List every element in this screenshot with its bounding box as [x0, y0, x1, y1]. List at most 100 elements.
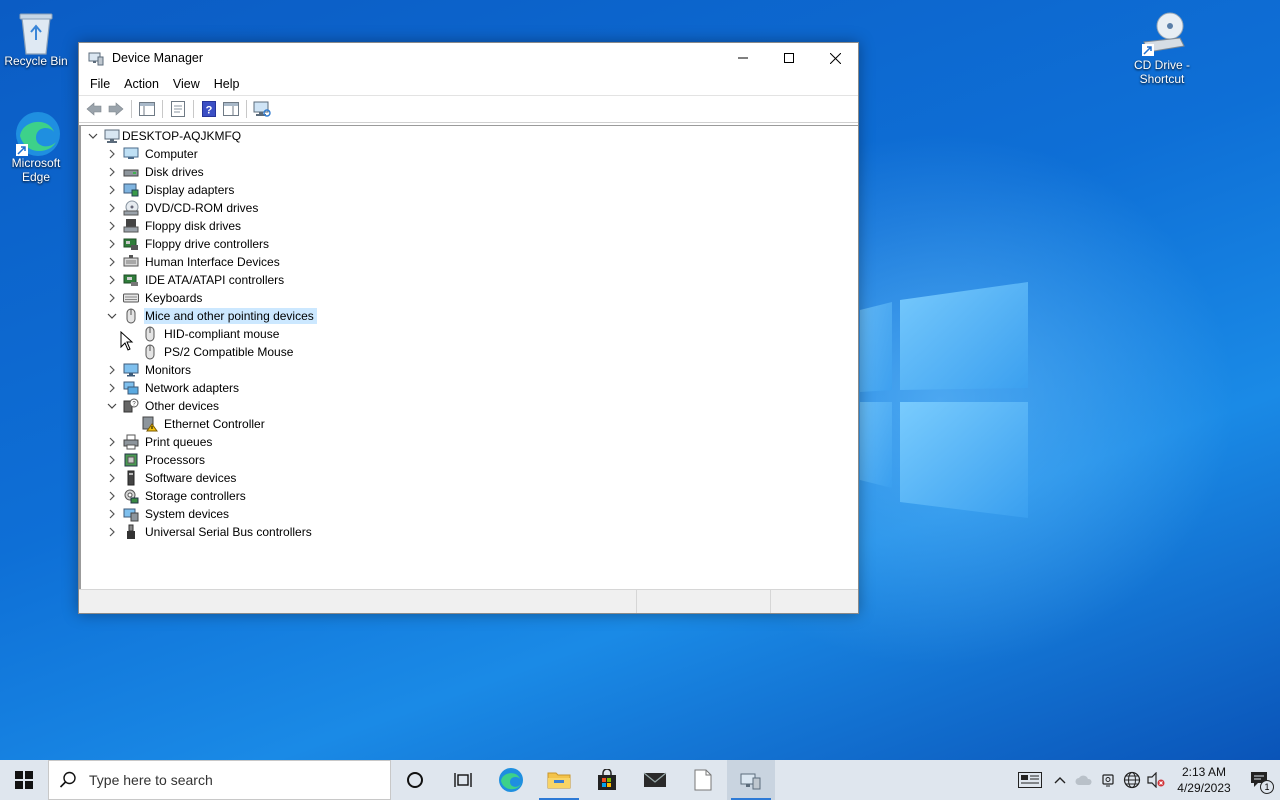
device-manager-app-icon [740, 773, 761, 790]
taskbar-search-box[interactable] [48, 760, 391, 800]
tree-device-ethernet-controller[interactable]: Ethernet Controller [142, 415, 268, 433]
tree-category-label: Floppy disk drives [145, 219, 242, 233]
task-view-button[interactable] [439, 760, 487, 800]
title-bar[interactable]: Device Manager [79, 43, 858, 73]
taskbar-edge-button[interactable] [487, 760, 535, 800]
close-button[interactable] [812, 43, 858, 73]
tree-category-ide-ata-atapi-controllers[interactable]: IDE ATA/ATAPI controllers [106, 271, 287, 289]
collapse-chevron-icon[interactable] [106, 400, 118, 412]
tree-device-ps-2-compatible-mouse[interactable]: PS/2 Compatible Mouse [142, 343, 296, 361]
start-button[interactable] [0, 760, 48, 800]
toolbar: ? [79, 95, 858, 123]
desktop-icon-microsoft-edge[interactable]: Microsoft Edge [0, 110, 72, 184]
expand-chevron-icon[interactable] [106, 220, 118, 232]
news-widget-button[interactable] [1012, 760, 1048, 800]
maximize-button[interactable] [766, 43, 812, 73]
mouse-cursor-icon [120, 331, 134, 351]
tree-category-keyboards[interactable]: Keyboards [106, 289, 205, 307]
tree-category-storage-controllers[interactable]: Storage controllers [106, 487, 249, 505]
mouse-icon [123, 308, 139, 324]
tree-category-print-queues[interactable]: Print queues [106, 433, 215, 451]
taskbar-store-button[interactable] [583, 760, 631, 800]
taskbar-clock[interactable]: 2:13 AM 4/29/2023 [1168, 764, 1240, 796]
network-adapter-icon [123, 380, 139, 396]
expand-chevron-icon[interactable] [106, 526, 118, 538]
scan-hardware-changes-button[interactable] [251, 98, 273, 120]
tree-device-hid-compliant-mouse[interactable]: HID-compliant mouse [142, 325, 282, 343]
minimize-button[interactable] [720, 43, 766, 73]
tree-category-other-devices[interactable]: ? Other devices [106, 397, 222, 415]
forward-button[interactable] [105, 98, 127, 120]
expand-chevron-icon[interactable] [106, 166, 118, 178]
tree-device-label: Ethernet Controller [164, 417, 265, 431]
mouse-child-icon [142, 344, 158, 360]
expand-chevron-icon[interactable] [106, 184, 118, 196]
cd-drive-icon [1140, 12, 1185, 56]
expand-chevron-icon[interactable] [106, 382, 118, 394]
tree-category-mice-and-other-pointing-devices[interactable]: Mice and other pointing devices [106, 307, 317, 325]
expand-chevron-icon[interactable] [106, 364, 118, 376]
taskbar-file-explorer-button[interactable] [535, 760, 583, 800]
expand-chevron-icon[interactable] [106, 238, 118, 250]
svg-text:?: ? [206, 105, 213, 117]
expand-chevron-icon[interactable] [106, 436, 118, 448]
tree-category-monitors[interactable]: Monitors [106, 361, 194, 379]
tree-root[interactable]: DESKTOP-AQJKMFQ [87, 127, 244, 145]
cortana-button[interactable] [391, 760, 439, 800]
menu-file[interactable]: File [83, 73, 117, 95]
tree-category-system-devices[interactable]: System devices [106, 505, 232, 523]
expand-chevron-icon[interactable] [106, 274, 118, 286]
expand-chevron-icon[interactable] [106, 472, 118, 484]
cloud-icon [1075, 775, 1092, 785]
tree-category-computer[interactable]: Computer [106, 145, 201, 163]
windows-logo-wallpaper [860, 282, 1028, 518]
tree-category-human-interface-devices[interactable]: Human Interface Devices [106, 253, 283, 271]
back-button[interactable] [83, 98, 105, 120]
expand-chevron-icon[interactable] [106, 490, 118, 502]
taskbar-notepad-button[interactable] [679, 760, 727, 800]
tree-category-universal-serial-bus-controllers[interactable]: Universal Serial Bus controllers [106, 523, 315, 541]
expand-chevron-icon[interactable] [106, 202, 118, 214]
tree-category-floppy-disk-drives[interactable]: Floppy disk drives [106, 217, 244, 235]
collapse-chevron-icon[interactable] [106, 310, 118, 322]
show-hidden-icons-button[interactable] [1048, 760, 1072, 800]
tree-category-label: Computer [145, 147, 198, 161]
properties-button[interactable] [167, 98, 189, 120]
expand-chevron-icon[interactable] [106, 454, 118, 466]
action-center-button[interactable]: 1 [1240, 760, 1280, 800]
expand-chevron-icon[interactable] [106, 256, 118, 268]
search-input[interactable] [89, 772, 369, 788]
tree-category-network-adapters[interactable]: Network adapters [106, 379, 242, 397]
desktop-icon-cd-drive-shortcut[interactable]: CD Drive - Shortcut [1124, 12, 1200, 86]
network-tray-button[interactable] [1120, 760, 1144, 800]
expand-chevron-icon[interactable] [106, 292, 118, 304]
tree-category-disk-drives[interactable]: Disk drives [106, 163, 207, 181]
expand-chevron-icon[interactable] [106, 508, 118, 520]
taskbar-device-manager-button[interactable] [727, 760, 775, 800]
tree-category-dvd-cd-rom-drives[interactable]: DVD/CD-ROM drives [106, 199, 261, 217]
menu-action[interactable]: Action [117, 73, 166, 95]
printer-icon [123, 434, 139, 450]
notification-count-badge: 1 [1260, 780, 1274, 794]
action-pane-button[interactable] [220, 98, 242, 120]
help-button[interactable]: ? [198, 98, 220, 120]
collapse-chevron-icon[interactable] [87, 130, 99, 142]
show-hide-console-tree-button[interactable] [136, 98, 158, 120]
forward-arrow-icon [108, 102, 124, 116]
desktop-icon-recycle-bin[interactable]: Recycle Bin [0, 8, 72, 68]
menu-view[interactable]: View [166, 73, 207, 95]
tree-category-floppy-drive-controllers[interactable]: Floppy drive controllers [106, 235, 272, 253]
onedrive-tray-button[interactable] [1072, 760, 1096, 800]
keyboard-icon [123, 290, 139, 306]
system-tray: 2:13 AM 4/29/2023 1 [1012, 760, 1280, 800]
expand-chevron-icon[interactable] [106, 148, 118, 160]
tree-category-display-adapters[interactable]: Display adapters [106, 181, 237, 199]
meet-now-tray-button[interactable] [1096, 760, 1120, 800]
processor-icon [123, 452, 139, 468]
chevron-up-icon [1054, 777, 1066, 784]
menu-help[interactable]: Help [207, 73, 247, 95]
tree-category-processors[interactable]: Processors [106, 451, 208, 469]
tree-category-software-devices[interactable]: Software devices [106, 469, 239, 487]
volume-tray-button[interactable] [1144, 760, 1168, 800]
taskbar-mail-button[interactable] [631, 760, 679, 800]
